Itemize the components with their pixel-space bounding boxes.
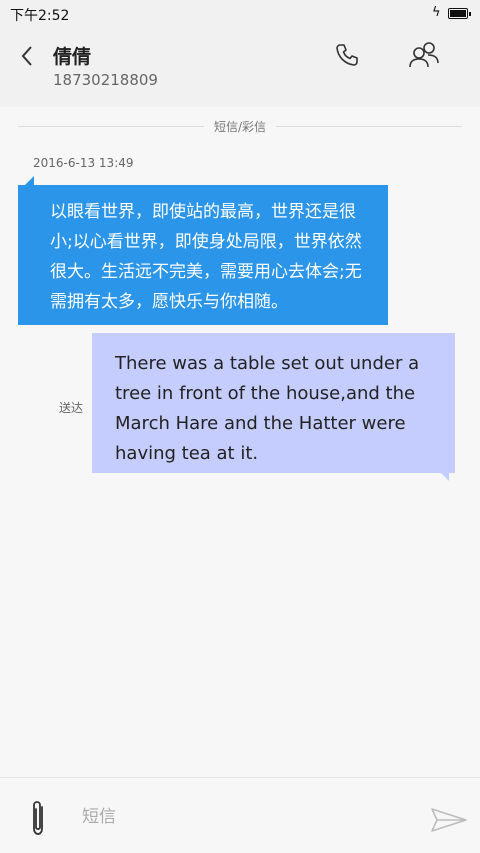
- flash-icon: ϟ: [432, 5, 441, 20]
- contact-name: 倩倩: [53, 46, 92, 68]
- contacts-icon[interactable]: [408, 40, 440, 70]
- status-time: 下午2:52: [10, 8, 70, 24]
- contact-number: 18730218809: [53, 71, 158, 89]
- message-timestamp: 2016-6-13 13:49: [33, 156, 134, 170]
- message-type-divider: 短信/彩信: [18, 118, 462, 136]
- sent-message-bubble[interactable]: There was a table set out under a tree i…: [92, 333, 455, 481]
- back-icon[interactable]: [14, 42, 42, 70]
- received-message-text: 以眼看世界，即使站的最高，世界还是很小;以心看世界，即使身处局限，世界依然很大。…: [50, 202, 362, 312]
- message-input[interactable]: [80, 800, 404, 834]
- paperclip-icon[interactable]: [27, 799, 49, 837]
- composer-bar: [0, 777, 480, 853]
- received-message-bubble[interactable]: 以眼看世界，即使站的最高，世界还是很小;以心看世界，即使身处局限，世界依然很大。…: [18, 176, 388, 325]
- conversation-header: 倩倩 18730218809: [0, 28, 480, 107]
- message-type-label: 短信/彩信: [203, 118, 277, 135]
- sent-message-text: There was a table set out under a tree i…: [115, 353, 420, 464]
- send-icon[interactable]: [430, 807, 468, 833]
- status-bar: 下午2:52 ϟ: [0, 0, 480, 28]
- phone-icon[interactable]: [334, 42, 360, 68]
- delivery-status: 送达: [59, 401, 84, 415]
- battery-icon: [448, 8, 471, 19]
